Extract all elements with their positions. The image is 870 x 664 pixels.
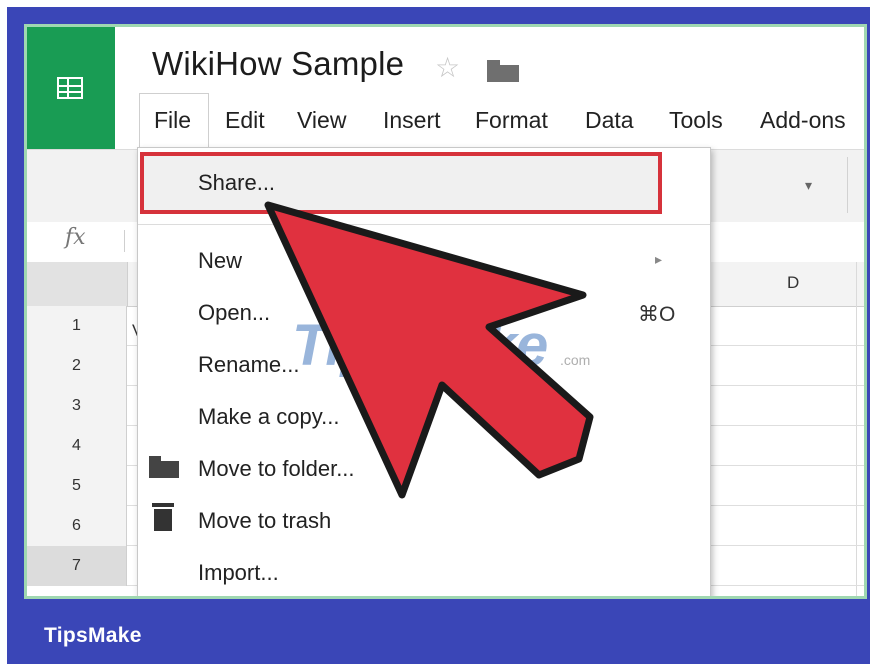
image-frame: WikiHow Sample ☆ File Edit View Insert F…	[0, 0, 870, 664]
caption-brand: TipsMake	[44, 624, 142, 647]
spreadsheet-window: WikiHow Sample ☆ File Edit View Insert F…	[24, 24, 867, 599]
pointer-arrow-icon	[264, 201, 594, 499]
